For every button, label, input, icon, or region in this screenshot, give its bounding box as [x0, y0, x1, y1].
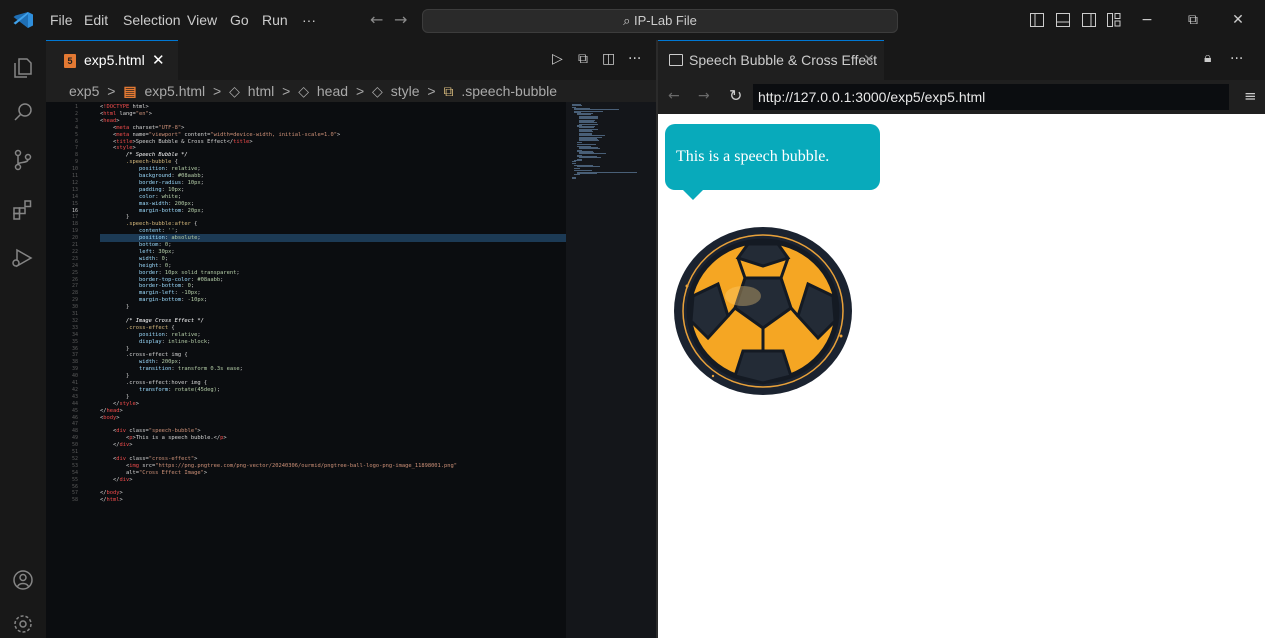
speech-bubble-text: This is a speech bubble. [676, 148, 830, 165]
speech-bubble-tail [683, 190, 703, 200]
menu-file[interactable]: File [50, 0, 73, 40]
minimap-line [576, 141, 583, 143]
reload-icon[interactable]: ↻ [729, 86, 742, 105]
tab-preview[interactable]: Speech Bubble & Cross Effect ✕ [658, 40, 884, 80]
run-file-icon[interactable]: ▷ [552, 51, 563, 67]
back-arrow-icon[interactable]: ← [668, 88, 680, 104]
toggle-panel-icon[interactable] [1056, 13, 1070, 27]
html-file-icon: ▤ [123, 83, 137, 99]
speech-bubble: This is a speech bubble. [665, 124, 880, 190]
close-window-button[interactable]: ✕ [1223, 0, 1253, 40]
settings-gear-icon[interactable] [11, 612, 35, 636]
more-actions-icon[interactable]: ··· [1230, 51, 1243, 67]
breadcrumb-separator: > [213, 83, 222, 99]
extensions-icon[interactable] [11, 198, 35, 222]
breadcrumb-separator: > [427, 83, 436, 99]
restore-button[interactable]: ⧉ [1178, 0, 1208, 40]
accounts-icon[interactable] [11, 568, 35, 592]
breadcrumb-file[interactable]: exp5.html [144, 83, 205, 99]
back-arrow-icon[interactable]: ← [370, 0, 383, 40]
breadcrumb-head[interactable]: head [317, 83, 348, 99]
explorer-icon[interactable] [11, 56, 35, 80]
breadcrumb-separator: > [355, 83, 365, 99]
soccer-ball-image[interactable] [673, 226, 853, 396]
search-icon: ⌕ [623, 13, 631, 28]
tab-exp5-html[interactable]: 5 exp5.html ✕ [46, 40, 178, 80]
browser-preview-icon [669, 54, 683, 66]
close-tab-icon[interactable]: ✕ [863, 51, 875, 68]
breadcrumb-folder[interactable]: exp5 [69, 83, 99, 99]
code-line: </html> [100, 497, 123, 504]
minimap-line [572, 162, 576, 164]
line-number: 58 [71, 497, 78, 504]
activity-bar [0, 40, 46, 638]
source-control-icon[interactable] [11, 148, 35, 172]
url-field[interactable]: http://127.0.0.1:3000/exp5/exp5.html [753, 84, 1229, 110]
breadcrumb-style[interactable]: style [391, 83, 420, 99]
command-center-search[interactable]: ⌕ IP-Lab File [422, 9, 898, 33]
more-actions-icon[interactable]: ··· [628, 51, 641, 67]
breadcrumb: exp5 > ▤ exp5.html > ◇ html > ◇ head > ◇… [46, 80, 656, 102]
menu-run[interactable]: Run [262, 0, 288, 40]
breadcrumb-selector[interactable]: .speech-bubble [461, 83, 557, 99]
menu-go[interactable]: Go [230, 0, 249, 40]
toggle-secondary-sidebar-icon[interactable] [1082, 13, 1096, 27]
code-line: </div> [100, 442, 133, 449]
line-number-gutter: 1 2 3 4 5 6 7 8 9 10 11 12 13 14 15 16 17 18 19 20 21 22 23 24 2… [46, 102, 82, 638]
tab-label: exp5.html [84, 52, 145, 68]
breadcrumb-separator: > [282, 83, 291, 99]
forward-arrow-icon[interactable]: → [394, 0, 407, 40]
preview-tab-label: Speech Bubble & Cross Effect [689, 52, 878, 68]
minimap-line [579, 148, 600, 150]
minimap-line [579, 157, 602, 159]
title-bar: File Edit Selection View Go Run ··· ← → … [0, 0, 1265, 40]
symbol-tag-icon: ◇ [372, 83, 383, 99]
code-editor[interactable]: 1 2 3 4 5 6 7 8 9 10 11 12 13 14 15 16 17 18 19 20 21 22 23 24 2… [46, 102, 566, 638]
command-center-label: IP-Lab File [634, 13, 697, 28]
html-file-icon: 5 [64, 54, 76, 68]
minimap[interactable] [566, 102, 656, 638]
code-line: </div> [100, 476, 133, 483]
minimap-line [574, 174, 581, 176]
css-class-icon: ⧉ [443, 83, 454, 99]
minimize-button[interactable]: − [1132, 0, 1162, 40]
symbol-tag-icon: ◇ [298, 83, 309, 99]
minimap-line [572, 178, 577, 180]
open-preview-icon[interactable]: ⧉ [578, 51, 588, 67]
lock-icon[interactable]: 🔒︎ [1204, 50, 1211, 66]
menu-selection[interactable]: Selection [123, 0, 181, 40]
run-debug-icon[interactable] [11, 246, 35, 270]
menu-view[interactable]: View [187, 0, 217, 40]
menu-edit[interactable]: Edit [84, 0, 108, 40]
customize-layout-icon[interactable] [1107, 13, 1121, 27]
menu-more[interactable]: ··· [302, 0, 316, 40]
code-line: <body> [100, 414, 120, 421]
vscode-window: File Edit Selection View Go Run ··· ← → … [0, 0, 1265, 638]
preview-tab-bar: Speech Bubble & Cross Effect ✕ 🔒︎ ··· [658, 40, 1265, 80]
preview-page: This is a speech bubble. [658, 114, 1265, 638]
breadcrumb-html[interactable]: html [248, 83, 274, 99]
search-icon[interactable] [11, 100, 35, 124]
toggle-primary-sidebar-icon[interactable] [1030, 13, 1044, 27]
editor-tab-bar: 5 exp5.html ✕ ▷ ⧉ ◫ ··· [46, 40, 656, 80]
symbol-tag-icon: ◇ [229, 83, 240, 99]
breadcrumb-separator: > [107, 83, 116, 99]
minimap-line [579, 153, 606, 155]
menu-icon[interactable]: ≡ [1244, 87, 1257, 105]
preview-toolbar: ← → ↻ http://127.0.0.1:3000/exp5/exp5.ht… [658, 80, 1265, 114]
forward-arrow-icon[interactable]: → [698, 88, 710, 104]
split-editor-icon[interactable]: ◫ [602, 51, 615, 67]
minimap-line [574, 167, 581, 169]
close-tab-icon[interactable]: ✕ [152, 51, 165, 69]
vscode-logo-icon[interactable] [12, 11, 34, 29]
code-line: } [100, 304, 130, 311]
